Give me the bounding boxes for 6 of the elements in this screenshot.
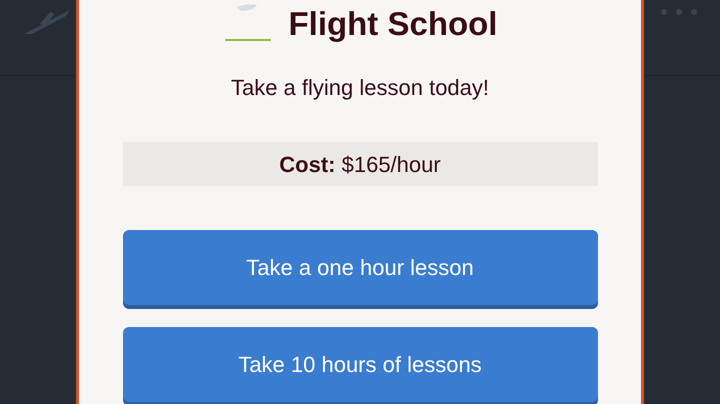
dialog-title: Flight School (288, 6, 498, 40)
lesson-button[interactable]: Take a one hour lesson (122, 230, 598, 305)
lesson-button[interactable]: Take 10 hours of lessons (122, 327, 598, 402)
more-icon[interactable] (660, 8, 698, 16)
dialog-subtitle: Take a flying lesson today! (230, 74, 490, 102)
cost-label: Cost: $165/hour (279, 150, 441, 178)
